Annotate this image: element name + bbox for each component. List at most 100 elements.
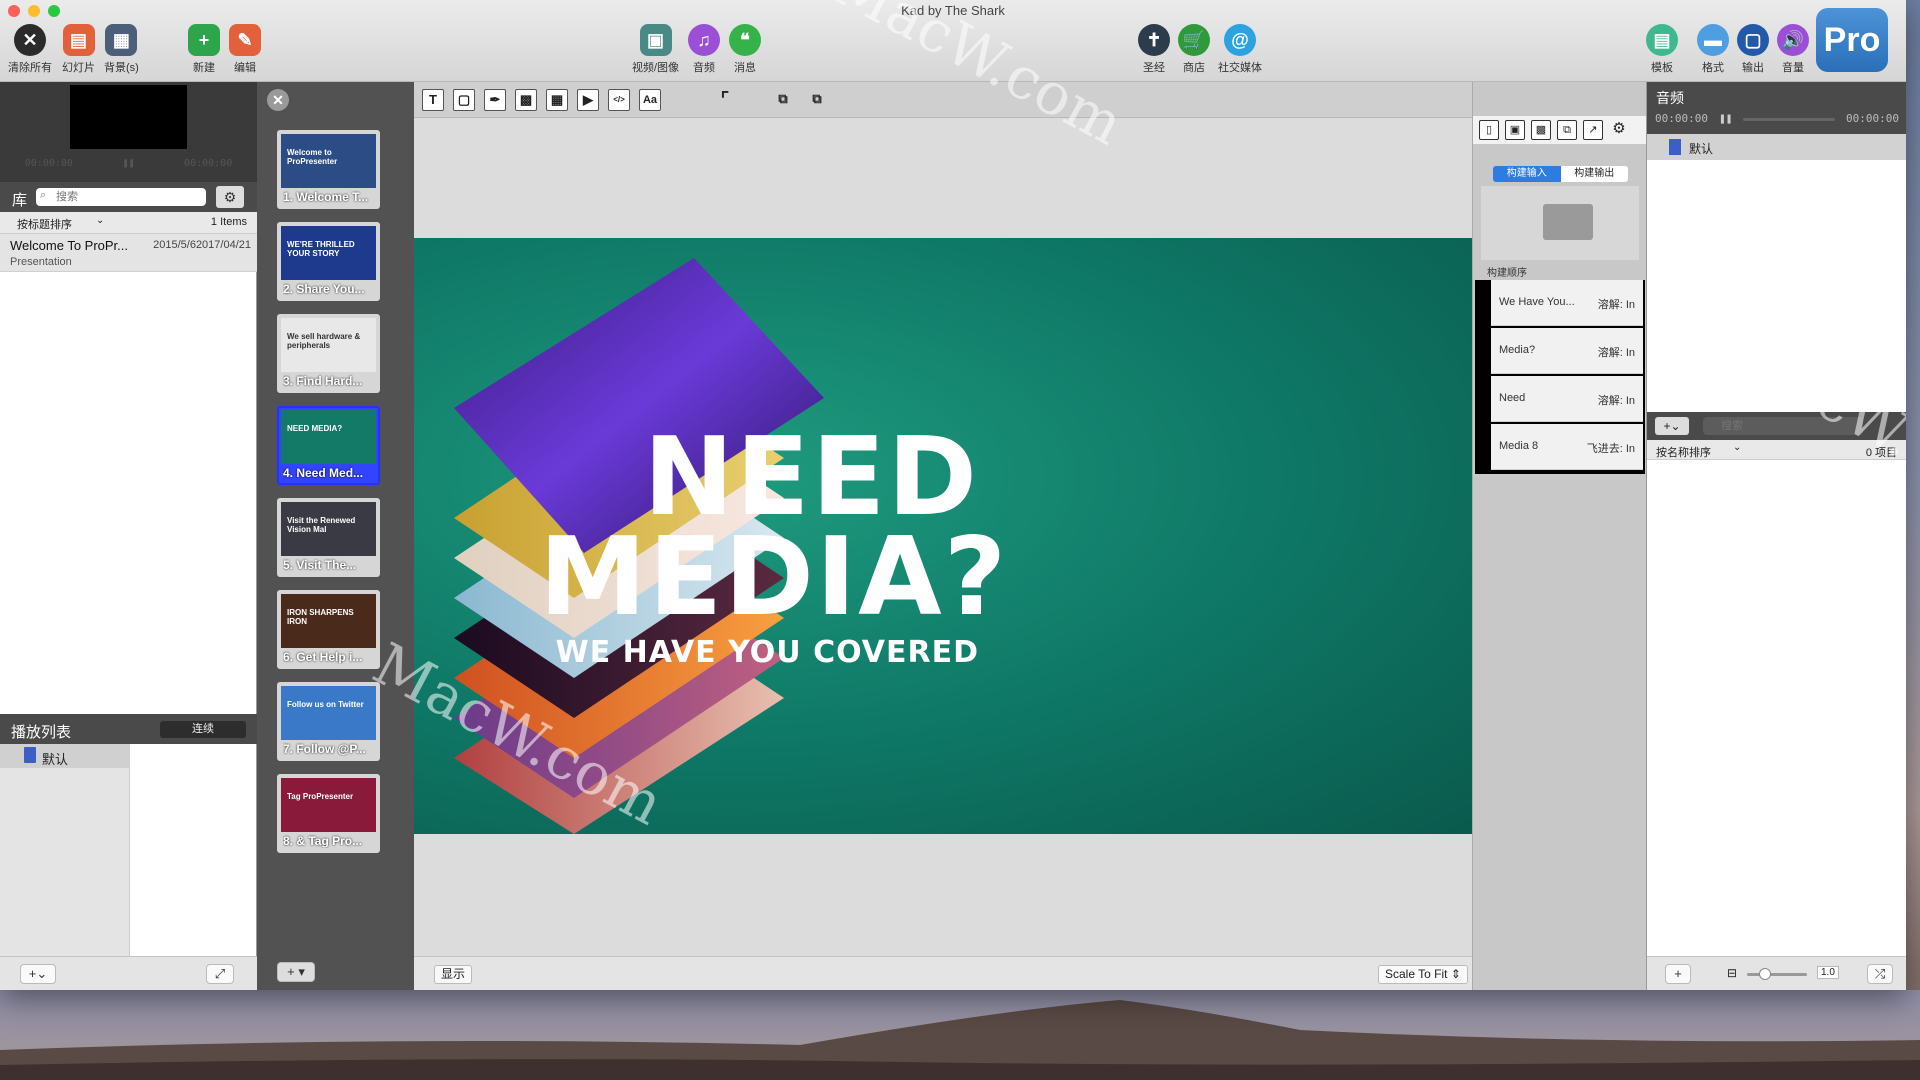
pause-icon[interactable]: ❚❚ (1719, 112, 1732, 125)
window-title: Kad by The Shark (901, 3, 1005, 18)
document-icon[interactable]: ▯ (1479, 120, 1499, 140)
gear-icon[interactable]: ⚙ (216, 186, 244, 208)
audio-search-input[interactable] (1703, 417, 1863, 435)
audio-header: 音频 00:00:00 ❚❚ 00:00:00 (1647, 82, 1906, 134)
chevron-down-icon[interactable]: ⌄ (96, 215, 104, 226)
volume-button[interactable]: 🔊 音量 (1777, 24, 1809, 75)
slide-thumbnail-text: IRON SHARPENS IRON (287, 608, 354, 626)
bible-button[interactable]: ✝ 圣经 (1138, 24, 1170, 75)
edit-button[interactable]: ✎ 编辑 (229, 24, 261, 75)
clear-background-icon: ▦ (105, 24, 138, 56)
show-button[interactable]: 显示 (434, 965, 472, 984)
editor-toolbar: T ▢ ✒ ▩ ▦ ▶ </> Aa ⌜ ⧉ ⧉ (414, 82, 1472, 118)
slide-thumbnail-label: 8. & Tag Pro... (283, 834, 363, 848)
send-back-icon[interactable]: ⧉ (806, 89, 828, 111)
audio-time-end: 00:00:00 (1846, 112, 1899, 125)
background-inspector-icon[interactable]: ▩ (1531, 120, 1551, 140)
scale-select[interactable]: Scale To Fit ⇕ (1378, 965, 1468, 984)
audio-sort-dropdown[interactable]: 按名称排序 (1656, 444, 1711, 460)
playlist-item[interactable]: 默认 (0, 744, 130, 768)
arrange-inspector-icon[interactable]: ⧉ (1557, 120, 1577, 140)
tab-build-in[interactable]: 构建输入 (1493, 166, 1561, 182)
slide-thumbnail[interactable]: We sell hardware & peripherals 3. Find Ha… (277, 314, 380, 393)
clear-background-label: 背景(s) (104, 62, 139, 74)
text-tool-icon[interactable]: T (422, 89, 444, 111)
corner-guide-icon[interactable]: ⌜ (714, 89, 736, 111)
pen-tool-icon[interactable]: ✒ (484, 89, 506, 111)
build-item[interactable]: Need 溶解: In (1491, 376, 1643, 422)
slide-line-need[interactable]: NEED (539, 424, 979, 532)
media-button[interactable]: ▣ 视频/图像 (632, 24, 679, 75)
audio-time-start: 00:00:00 (1655, 112, 1708, 125)
build-panel: ▯ ▣ ▩ ⧉ ↗ ⚙ 构建输入 构建输出 构建顺序 We Have You..… (1472, 82, 1647, 990)
slide-thumbnail-image: We sell hardware & peripherals (281, 318, 376, 372)
close-icon[interactable]: ✕ (267, 89, 289, 111)
audio-button[interactable]: ♫ 音频 (688, 24, 720, 75)
slide-inspector-icon[interactable]: ▣ (1505, 120, 1525, 140)
media-label: 视频/图像 (632, 62, 680, 74)
pro-badge[interactable]: Pro (1816, 8, 1888, 72)
gear-icon[interactable]: ⚙ (1609, 120, 1629, 140)
html-tool-icon[interactable]: </> (608, 89, 630, 111)
continuous-button[interactable]: 连续 (160, 721, 246, 738)
messages-button[interactable]: ❝ 消息 (729, 24, 761, 75)
clear-slide-button[interactable]: ▤ 幻灯片 (62, 24, 95, 75)
image-tool-icon[interactable]: ▩ (515, 89, 537, 111)
store-button[interactable]: 🛒 商店 (1178, 24, 1210, 75)
build-item-name: Need (1499, 392, 1526, 404)
slide-thumbnail[interactable]: Follow us on Twitter 7. Follow @P... (277, 682, 380, 761)
slide-thumbnail[interactable]: IRON SHARPENS IRON 6. Get Help i... (277, 590, 380, 669)
shuffle-icon[interactable]: ⤮ (1867, 964, 1893, 984)
new-button[interactable]: + 新建 (188, 24, 220, 75)
clear-all-button[interactable]: ✕ 清除所有 (8, 24, 52, 75)
preview-screen (70, 85, 187, 149)
slide-thumbnail-text: Follow us on Twitter (287, 700, 364, 709)
library-item[interactable]: Welcome To ProPr... 2015/5/62017/04/21 P… (0, 234, 257, 272)
library-search-input[interactable] (36, 188, 206, 206)
media-tool-icon[interactable]: ▦ (546, 89, 568, 111)
slide-thumbnail-label: 1. Welcome T... (283, 190, 369, 204)
library-sort-dropdown[interactable]: 按标题排序 (17, 216, 72, 232)
slide-canvas[interactable]: NEED MEDIA? WE HAVE YOU COVERED (414, 238, 1472, 834)
add-audio-file-button[interactable]: + (1665, 964, 1691, 984)
build-item[interactable]: We Have You... 溶解: In (1491, 280, 1643, 326)
audio-progress-track[interactable] (1743, 118, 1835, 121)
speed-slider[interactable] (1747, 973, 1807, 976)
build-inspector-icon[interactable]: ↗ (1583, 120, 1603, 140)
slide-thumbnail-image: IRON SHARPENS IRON (281, 594, 376, 648)
propresenter-window: Kad by The Shark ✕ 清除所有 ▤ 幻灯片 ▦ 背景(s) + … (0, 0, 1906, 990)
slide-line-media[interactable]: MEDIA? (539, 524, 1006, 632)
desert-mountain (0, 990, 1920, 1080)
social-media-button[interactable]: @ 社交媒体 (1218, 24, 1262, 75)
document-icon (24, 747, 36, 763)
format-icon: ▬ (1697, 24, 1729, 56)
add-slide-button[interactable]: + ▾ (277, 962, 315, 982)
build-item[interactable]: Media 8 飞进去: In (1491, 424, 1643, 470)
shape-tool-icon[interactable]: ▢ (453, 89, 475, 111)
build-item[interactable]: Media? 溶解: In (1491, 328, 1643, 374)
chevron-down-icon[interactable]: ⌄ (1733, 442, 1741, 453)
expand-icon[interactable]: ⤢ (206, 964, 234, 984)
pause-icon[interactable]: ❚❚ (122, 158, 134, 169)
add-audio-button[interactable]: +⌄ (1655, 417, 1689, 435)
build-order-list: We Have You... 溶解: In Media? 溶解: In Need 溶解… (1475, 280, 1645, 474)
slide-thumbnail[interactable]: Tag ProPresenter 8. & Tag Pro... (277, 774, 380, 853)
slide-thumbnail[interactable]: NEED MEDIA? 4. Need Med... (277, 406, 380, 485)
format-button[interactable]: ▬ 格式 (1697, 24, 1729, 75)
bring-front-icon[interactable]: ⧉ (772, 89, 794, 111)
templates-button[interactable]: ▤ 模板 (1646, 24, 1678, 75)
tab-build-out[interactable]: 构建输出 (1560, 166, 1628, 182)
clear-background-button[interactable]: ▦ 背景(s) (104, 24, 139, 75)
font-tool-icon[interactable]: Aa (639, 89, 661, 111)
slide-thumbnail[interactable]: WE'RE THRILLED YOUR STORY 2. Share You... (277, 222, 380, 301)
slide-thumbnail[interactable]: Welcome to ProPresenter 1. Welcome T... (277, 130, 380, 209)
speed-slider-knob[interactable] (1759, 968, 1771, 980)
output-button[interactable]: ▢ 输出 (1737, 24, 1769, 75)
video-tool-icon[interactable]: ▶ (577, 89, 599, 111)
audio-playlist-item[interactable]: 默认 (1647, 134, 1906, 160)
add-playlist-button[interactable]: +⌄ (20, 964, 56, 984)
slide-thumbnail[interactable]: Visit the Renewed Vision Mal 5. Visit The… (277, 498, 380, 577)
loop-icon[interactable]: ⊟ (1727, 966, 1737, 980)
slide-thumbnail-label: 7. Follow @P... (283, 742, 366, 756)
slide-line-covered[interactable]: WE HAVE YOU COVERED (539, 635, 979, 670)
